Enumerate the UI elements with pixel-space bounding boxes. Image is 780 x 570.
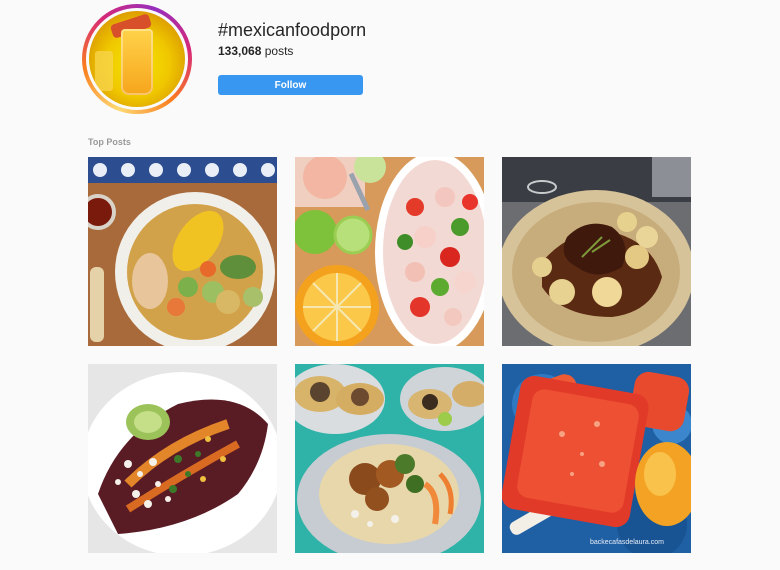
post-tile-enchiladas[interactable]: [88, 364, 277, 553]
top-posts-grid: backecafasdelaura.com: [88, 157, 691, 553]
avatar-frame: [86, 8, 188, 110]
avatar: [89, 11, 185, 107]
post-image-tacos: [295, 364, 484, 553]
post-count-suffix: posts: [261, 44, 294, 58]
post-count-value: 133,068: [218, 44, 262, 58]
post-image-soup: [88, 157, 277, 346]
post-image-enchiladas: [88, 364, 277, 553]
profile-avatar-ring[interactable]: [82, 4, 192, 114]
top-posts-heading: Top Posts: [88, 137, 131, 147]
post-image-braised-meat: [502, 157, 691, 346]
post-tile-popsicles[interactable]: backecafasdelaura.com: [502, 364, 691, 553]
post-image-ceviche: [295, 157, 484, 346]
post-count: 133,068 posts: [218, 44, 293, 58]
post-tile-braised-meat[interactable]: [502, 157, 691, 346]
avatar-side-cup: [95, 51, 113, 91]
avatar-glass: [121, 29, 153, 95]
post-tile-soup[interactable]: [88, 157, 277, 346]
watermark-text: backecafasdelaura.com: [590, 539, 664, 546]
follow-button[interactable]: Follow: [218, 75, 363, 95]
post-tile-ceviche[interactable]: [295, 157, 484, 346]
post-tile-tacos[interactable]: [295, 364, 484, 553]
post-image-popsicles: backecafasdelaura.com: [502, 364, 691, 553]
hashtag-title: #mexicanfoodporn: [218, 20, 367, 40]
